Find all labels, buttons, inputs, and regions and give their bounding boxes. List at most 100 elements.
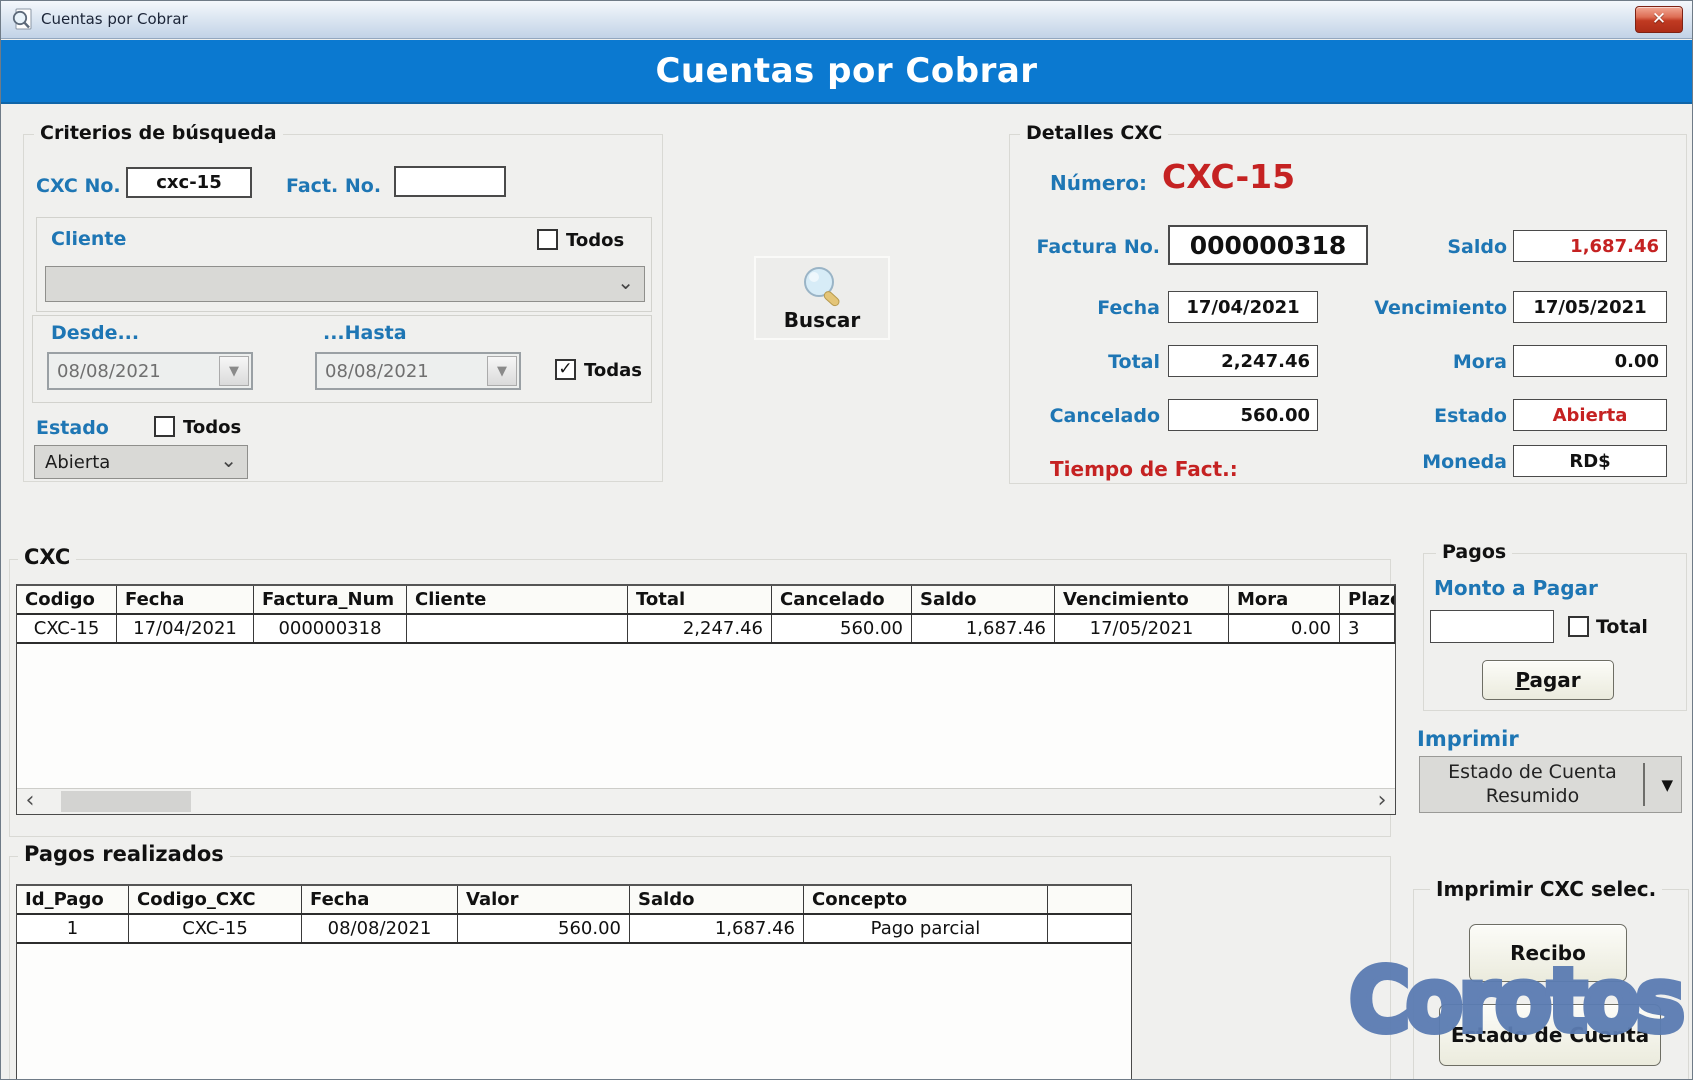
cxc-horizontal-scrollbar[interactable]: ‹ › bbox=[17, 788, 1395, 814]
imprimir-dropdown[interactable]: Estado de Cuenta Resumido ▼ bbox=[1419, 756, 1682, 813]
column-header[interactable]: Plazo bbox=[1340, 586, 1395, 613]
dropdown-separator bbox=[1643, 763, 1645, 806]
details-group: Detalles CXC Número: CXC-15 Factura No. … bbox=[1009, 134, 1687, 484]
imprimir-cxc-title: Imprimir CXC selec. bbox=[1430, 877, 1662, 901]
cliente-panel: Cliente Todos ⌄ bbox=[36, 217, 652, 312]
pagar-button-label: Pagar bbox=[1515, 668, 1580, 692]
factura-label: Factura No. bbox=[1010, 236, 1160, 258]
table-cell[interactable] bbox=[407, 615, 628, 642]
window-title: Cuentas por Cobrar bbox=[41, 10, 188, 28]
moneda-label: Moneda bbox=[1350, 451, 1507, 473]
hasta-label: ...Hasta bbox=[323, 322, 407, 344]
estado-combobox[interactable]: Abierta ⌄ bbox=[34, 445, 248, 479]
moneda-input[interactable]: RD$ bbox=[1513, 445, 1667, 477]
column-header[interactable]: Total bbox=[628, 586, 772, 613]
table-cell[interactable]: CXC-15 bbox=[129, 915, 302, 942]
table-cell[interactable]: 0.00 bbox=[1229, 615, 1340, 642]
column-header[interactable]: Vencimiento bbox=[1055, 586, 1229, 613]
imprimir-label: Imprimir bbox=[1417, 727, 1519, 751]
saldo-label: Saldo bbox=[1350, 236, 1507, 258]
scrollbar-thumb[interactable] bbox=[61, 791, 191, 812]
column-header[interactable]: Codigo bbox=[17, 586, 117, 613]
fact-no-label: Fact. No. bbox=[286, 175, 381, 197]
table-cell[interactable]: 2,247.46 bbox=[628, 615, 772, 642]
table-cell[interactable]: 000000318 bbox=[254, 615, 407, 642]
desde-datepicker[interactable]: 08/08/2021 ▼ bbox=[47, 352, 253, 390]
table-cell[interactable]: 17/05/2021 bbox=[1055, 615, 1229, 642]
column-header[interactable]: Saldo bbox=[912, 586, 1055, 613]
todas-checkbox[interactable]: ✓ bbox=[555, 359, 576, 380]
factura-input[interactable]: 000000318 bbox=[1168, 225, 1368, 265]
buscar-button-label: Buscar bbox=[756, 308, 888, 332]
cliente-combobox[interactable]: ⌄ bbox=[45, 266, 645, 302]
fecha-input[interactable]: 17/04/2021 bbox=[1168, 291, 1318, 323]
cliente-todos-checkbox[interactable] bbox=[537, 229, 558, 250]
column-header[interactable]: Cliente bbox=[407, 586, 628, 613]
table-cell[interactable]: CXC-15 bbox=[17, 615, 117, 642]
numero-value: CXC-15 bbox=[1162, 157, 1295, 196]
column-header[interactable]: Mora bbox=[1229, 586, 1340, 613]
close-button[interactable]: ✕ bbox=[1635, 6, 1683, 33]
dropdown-arrow-icon[interactable]: ▼ bbox=[1661, 776, 1673, 794]
mora-input[interactable]: 0.00 bbox=[1513, 345, 1667, 377]
table-cell[interactable]: 560.00 bbox=[458, 915, 630, 942]
details-title: Detalles CXC bbox=[1020, 122, 1168, 144]
estado-combobox-value: Abierta bbox=[45, 452, 110, 473]
column-header[interactable]: Codigo_CXC bbox=[129, 886, 302, 913]
column-header[interactable]: Valor bbox=[458, 886, 630, 913]
fact-no-input[interactable] bbox=[394, 166, 506, 197]
cancelado-input[interactable]: 560.00 bbox=[1168, 399, 1318, 431]
hasta-datepicker[interactable]: 08/08/2021 ▼ bbox=[315, 352, 521, 390]
column-header[interactable]: Cancelado bbox=[772, 586, 912, 613]
cxc-header-row: Codigo Fecha Factura_Num Cliente Total C… bbox=[17, 586, 1395, 615]
date-dropdown-icon[interactable]: ▼ bbox=[487, 356, 517, 386]
table-cell[interactable]: 3 bbox=[1340, 615, 1395, 642]
total-input[interactable]: 2,247.46 bbox=[1168, 345, 1318, 377]
pagar-button[interactable]: Pagar bbox=[1482, 660, 1614, 700]
table-cell[interactable]: 08/08/2021 bbox=[302, 915, 458, 942]
mora-label: Mora bbox=[1350, 351, 1507, 373]
buscar-button[interactable]: Buscar bbox=[754, 256, 890, 340]
estado-todos-label: Todos bbox=[183, 417, 241, 438]
scroll-right-icon[interactable]: › bbox=[1371, 789, 1393, 815]
fechas-panel: Desde... ...Hasta 08/08/2021 ▼ 08/08/202… bbox=[32, 315, 652, 403]
desde-datepicker-value: 08/08/2021 bbox=[57, 361, 161, 382]
recibo-button[interactable]: Recibo bbox=[1469, 924, 1627, 982]
imprimir-cxc-group: Imprimir CXC selec. Recibo Estado de Cue… bbox=[1413, 889, 1689, 1080]
column-header[interactable]: Saldo bbox=[630, 886, 804, 913]
pagos-realizados-header-row: Id_Pago Codigo_CXC Fecha Valor Saldo Con… bbox=[17, 886, 1131, 915]
column-header[interactable]: Factura_Num bbox=[254, 586, 407, 613]
pago-total-checkbox[interactable] bbox=[1568, 616, 1589, 637]
column-header[interactable]: Fecha bbox=[117, 586, 254, 613]
desde-label: Desde... bbox=[51, 322, 139, 344]
monto-a-pagar-input[interactable] bbox=[1430, 610, 1554, 643]
fecha-label: Fecha bbox=[1010, 297, 1160, 319]
cxc-no-input[interactable]: cxc-15 bbox=[126, 167, 252, 198]
cxc-table-row[interactable]: CXC-15 17/04/2021 000000318 2,247.46 560… bbox=[17, 615, 1395, 644]
chevron-down-icon: ⌄ bbox=[220, 448, 237, 472]
table-cell[interactable]: 17/04/2021 bbox=[117, 615, 254, 642]
table-cell[interactable]: 560.00 bbox=[772, 615, 912, 642]
estado-de-cuenta-button[interactable]: Estado de Cuenta bbox=[1439, 1004, 1661, 1066]
estado-todos-checkbox[interactable] bbox=[154, 416, 175, 437]
estado-detail-input[interactable]: Abierta bbox=[1513, 399, 1667, 431]
table-cell[interactable]: Pago parcial bbox=[804, 915, 1048, 942]
pagos-realizados-row[interactable]: 1 CXC-15 08/08/2021 560.00 1,687.46 Pago… bbox=[17, 915, 1131, 944]
saldo-input[interactable]: 1,687.46 bbox=[1513, 230, 1667, 262]
column-header[interactable]: Id_Pago bbox=[17, 886, 129, 913]
table-cell[interactable]: 1,687.46 bbox=[912, 615, 1055, 642]
app-window: Cuentas por Cobrar ✕ Cuentas por Cobrar … bbox=[0, 0, 1693, 1080]
chevron-down-icon: ⌄ bbox=[617, 270, 634, 294]
estado-label: Estado bbox=[36, 417, 109, 439]
table-cell[interactable]: 1 bbox=[17, 915, 129, 942]
column-header[interactable]: Fecha bbox=[302, 886, 458, 913]
total-label: Total bbox=[1010, 351, 1160, 373]
cxc-no-label: CXC No. bbox=[36, 175, 121, 197]
date-dropdown-icon[interactable]: ▼ bbox=[219, 356, 249, 386]
table-cell[interactable]: 1,687.46 bbox=[630, 915, 804, 942]
vencimiento-input[interactable]: 17/05/2021 bbox=[1513, 291, 1667, 323]
scroll-left-icon[interactable]: ‹ bbox=[19, 789, 41, 815]
cliente-label: Cliente bbox=[51, 228, 126, 250]
column-header[interactable]: Concepto bbox=[804, 886, 1048, 913]
cliente-todos-label: Todos bbox=[566, 230, 624, 251]
